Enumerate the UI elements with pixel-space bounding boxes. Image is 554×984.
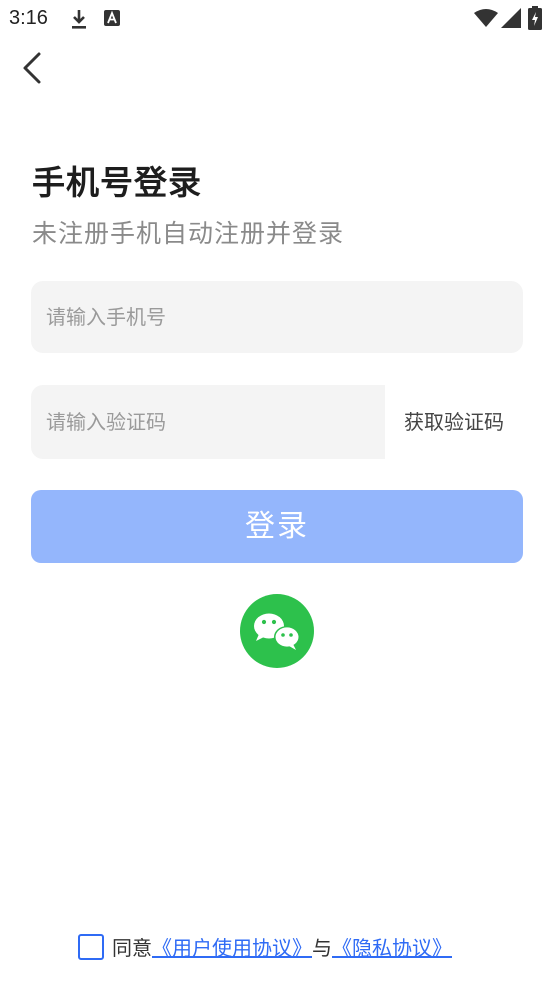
back-button[interactable]	[16, 50, 50, 86]
signal-icon	[501, 8, 521, 28]
login-button[interactable]: 登录	[31, 490, 523, 563]
page-title: 手机号登录	[32, 163, 202, 202]
a-icon	[104, 10, 120, 26]
wechat-icon	[254, 613, 300, 650]
page-subtitle: 未注册手机自动注册并登录	[32, 219, 345, 248]
verification-code-input[interactable]	[31, 385, 385, 459]
agreement-row: 同意《用户使用协议》与《隐私协议》	[78, 932, 452, 962]
wifi-icon	[474, 9, 498, 27]
agree-checkbox[interactable]	[78, 933, 104, 960]
login-page: 3:16 手机号登录 未注册手机自动注册并登录 请输入手机号 请输入验证码 获取…	[0, 0, 554, 984]
privacy-policy-link[interactable]: 《隐私协议》	[332, 932, 452, 961]
status-time: 3:16	[9, 7, 48, 29]
chevron-left-icon	[23, 52, 41, 84]
phone-input[interactable]	[31, 281, 523, 353]
get-code-button[interactable]: 获取验证码	[385, 385, 523, 459]
agree-label: 同意	[112, 936, 152, 960]
user-agreement-link[interactable]: 《用户使用协议》	[152, 932, 312, 961]
wechat-login-button[interactable]	[240, 594, 314, 668]
battery-icon	[528, 6, 542, 30]
status-bar: 3:16	[0, 0, 554, 38]
phone-field	[31, 281, 523, 353]
verification-code-row: 获取验证码	[31, 385, 523, 459]
download-icon	[72, 10, 86, 29]
code-field	[31, 385, 385, 459]
and-label: 与	[312, 936, 332, 960]
